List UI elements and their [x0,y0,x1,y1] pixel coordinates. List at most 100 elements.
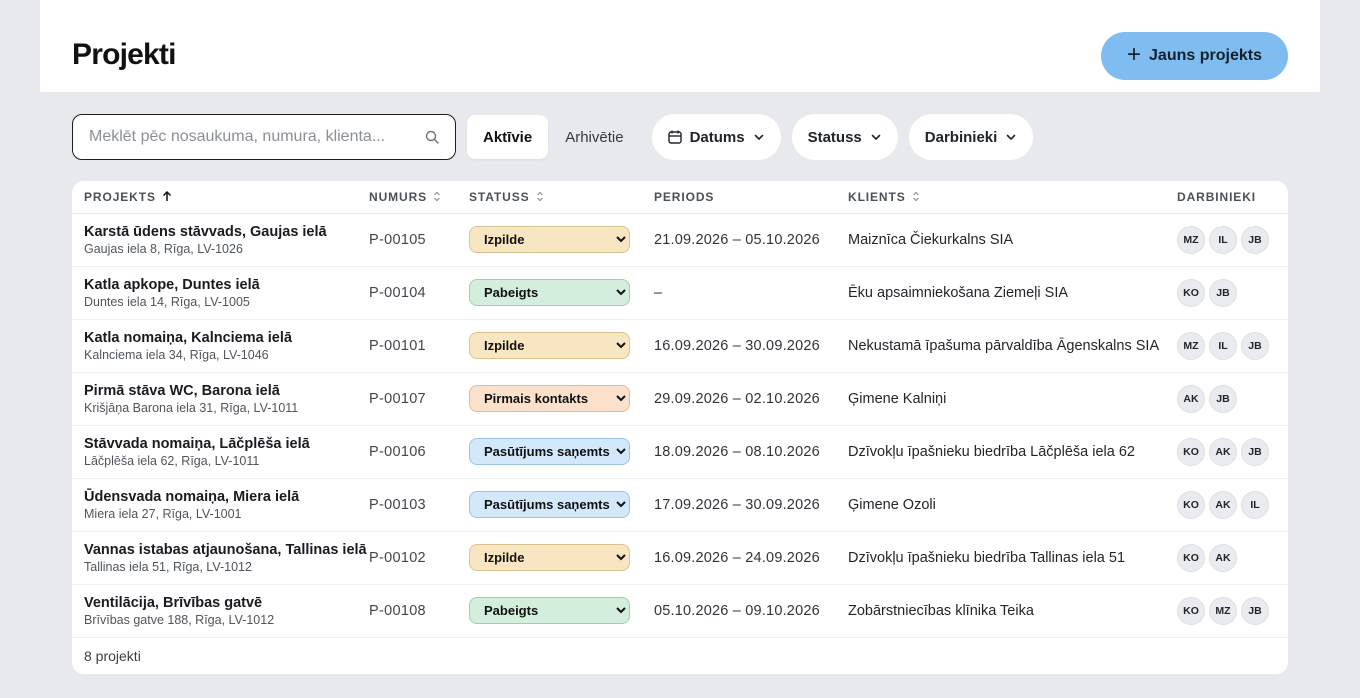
staff-avatars: AK JB [1177,384,1288,413]
avatar[interactable]: IL [1209,225,1237,254]
avatar[interactable]: JB [1241,225,1269,254]
staff-cell: KO AK JB [1177,425,1288,479]
toolbar: Aktīvie Arhivētie Datums Statuss Darbini… [72,114,1034,160]
project-name[interactable]: Ūdensvada nomaiņa, Miera ielā [84,488,369,506]
new-project-button[interactable]: + Jauns projekts [1101,32,1288,80]
column-header-project[interactable]: PROJEKTS [72,181,369,214]
status-select[interactable]: Pirmais kontaktsPasūtījums saņemtsIzpild… [469,332,630,359]
client-cell: Nekustamā īpašuma pārvaldība Āgenskalns … [848,319,1177,373]
status-select[interactable]: Pirmais kontaktsPasūtījums saņemtsIzpild… [469,597,630,624]
table-row[interactable]: Katla apkope, Duntes ielā Duntes iela 14… [72,266,1288,320]
project-number: P-00101 [369,337,426,354]
avatar[interactable]: JB [1209,278,1237,307]
avatar[interactable]: MZ [1177,225,1205,254]
staff-avatars: KO JB [1177,278,1288,307]
sort-icon [536,191,543,202]
status-cell: Pirmais kontaktsPasūtījums saņemtsIzpild… [469,425,654,479]
status-cell: Pirmais kontaktsPasūtījums saņemtsIzpild… [469,319,654,373]
project-period: 16.09.2026 – 24.09.2026 [654,549,820,566]
number-cell: P-00104 [369,266,469,320]
project-name[interactable]: Katla nomaiņa, Kalnciema ielā [84,329,369,347]
status-select[interactable]: Pirmais kontaktsPasūtījums saņemtsIzpild… [469,491,630,518]
period-cell: 21.09.2026 – 05.10.2026 [654,213,848,267]
table-row[interactable]: Ventilācija, Brīvības gatvē Brīvības gat… [72,584,1288,638]
avatar[interactable]: KO [1177,278,1205,307]
staff-filter-label: Darbinieki [924,128,998,146]
project-name[interactable]: Vannas istabas atjaunošana, Tallinas iel… [84,541,369,559]
staff-avatars: MZ IL JB [1177,225,1288,254]
client-cell: Ģimene Ozoli [848,478,1177,532]
client-name: Maiznīca Čiekurkalns SIA [848,231,1014,248]
avatar[interactable]: MZ [1177,331,1205,360]
project-period: 29.09.2026 – 02.10.2026 [654,390,820,407]
project-number: P-00105 [369,231,426,248]
search-input[interactable] [73,115,403,159]
date-filter[interactable]: Datums [651,114,781,160]
avatar[interactable]: KO [1177,596,1205,625]
project-address: Miera iela 27, Rīga, LV-1001 [84,506,242,521]
tab-active[interactable]: Aktīvie [467,115,549,159]
avatar[interactable]: JB [1241,596,1269,625]
staff-filter[interactable]: Darbinieki [908,114,1034,160]
project-number: P-00108 [369,602,426,619]
column-header-status[interactable]: STATUSS [469,181,654,214]
table-header-row: PROJEKTS NUMURS STATUSS PERIODS KLIENTS … [72,181,1288,214]
avatar[interactable]: JB [1209,384,1237,413]
table-row[interactable]: Vannas istabas atjaunošana, Tallinas iel… [72,531,1288,585]
avatar[interactable]: IL [1241,490,1269,519]
project-name[interactable]: Karstā ūdens stāvvads, Gaujas ielā [84,223,369,241]
project-name[interactable]: Stāvvada nomaiņa, Lāčplēša ielā [84,435,369,453]
chevron-down-icon [871,134,881,140]
project-name[interactable]: Katla apkope, Duntes ielā [84,276,369,294]
avatar[interactable]: IL [1209,331,1237,360]
project-cell: Stāvvada nomaiņa, Lāčplēša ielā Lāčplēša… [72,425,369,479]
project-name[interactable]: Pirmā stāva WC, Barona ielā [84,382,369,400]
status-cell: Pirmais kontaktsPasūtījums saņemtsIzpild… [469,478,654,532]
avatar[interactable]: JB [1241,437,1269,466]
avatar[interactable]: KO [1177,543,1205,572]
avatar[interactable]: AK [1177,384,1205,413]
status-filter[interactable]: Statuss [791,114,898,160]
avatar[interactable]: KO [1177,490,1205,519]
project-name[interactable]: Ventilācija, Brīvības gatvē [84,594,369,612]
table-row[interactable]: Stāvvada nomaiņa, Lāčplēša ielā Lāčplēša… [72,425,1288,479]
avatar[interactable]: AK [1209,490,1237,519]
column-header-number[interactable]: NUMURS [369,181,469,214]
tab-archived[interactable]: Arhivētie [549,115,639,159]
status-select[interactable]: Pirmais kontaktsPasūtījums saņemtsIzpild… [469,544,630,571]
status-select[interactable]: Pirmais kontaktsPasūtījums saņemtsIzpild… [469,279,630,306]
table-row[interactable]: Katla nomaiņa, Kalnciema ielā Kalnciema … [72,319,1288,373]
status-select[interactable]: Pirmais kontaktsPasūtījums saņemtsIzpild… [469,438,630,465]
project-cell: Katla apkope, Duntes ielā Duntes iela 14… [72,266,369,320]
chevron-down-icon [1006,134,1016,140]
avatar[interactable]: KO [1177,437,1205,466]
avatar[interactable]: JB [1241,331,1269,360]
project-address: Lāčplēša iela 62, Rīga, LV-1011 [84,453,260,468]
period-cell: 16.09.2026 – 30.09.2026 [654,319,848,373]
avatar[interactable]: MZ [1209,596,1237,625]
status-select[interactable]: Pirmais kontaktsPasūtījums saņemtsIzpild… [469,226,630,253]
table-row[interactable]: Pirmā stāva WC, Barona ielā Krišjāņa Bar… [72,372,1288,426]
sort-ascending-icon [162,191,171,202]
plus-icon: + [1127,40,1142,68]
chevron-down-icon [754,134,763,140]
table-row[interactable]: Karstā ūdens stāvvads, Gaujas ielā Gauja… [72,213,1288,267]
period-cell: 18.09.2026 – 08.10.2026 [654,425,848,479]
project-period: 16.09.2026 – 30.09.2026 [654,337,820,354]
staff-cell: KO MZ JB [1177,584,1288,638]
status-cell: Pirmais kontaktsPasūtījums saņemtsIzpild… [469,531,654,585]
search-icon[interactable] [425,130,439,144]
column-header-client[interactable]: KLIENTS [848,181,1177,214]
table-row[interactable]: Ūdensvada nomaiņa, Miera ielā Miera iela… [72,478,1288,532]
project-address: Brīvības gatve 188, Rīga, LV-1012 [84,612,275,627]
avatar[interactable]: AK [1209,543,1237,572]
project-period: – [654,284,663,301]
client-cell: Zobārstniecības klīnika Teika [848,584,1177,638]
date-filter-label: Datums [689,128,745,146]
number-cell: P-00102 [369,531,469,585]
project-cell: Katla nomaiņa, Kalnciema ielā Kalnciema … [72,319,369,373]
status-select[interactable]: Pirmais kontaktsPasūtījums saņemtsIzpild… [469,385,630,412]
project-period: 17.09.2026 – 30.09.2026 [654,496,820,513]
avatar[interactable]: AK [1209,437,1237,466]
new-project-label: Jauns projekts [1149,47,1262,64]
